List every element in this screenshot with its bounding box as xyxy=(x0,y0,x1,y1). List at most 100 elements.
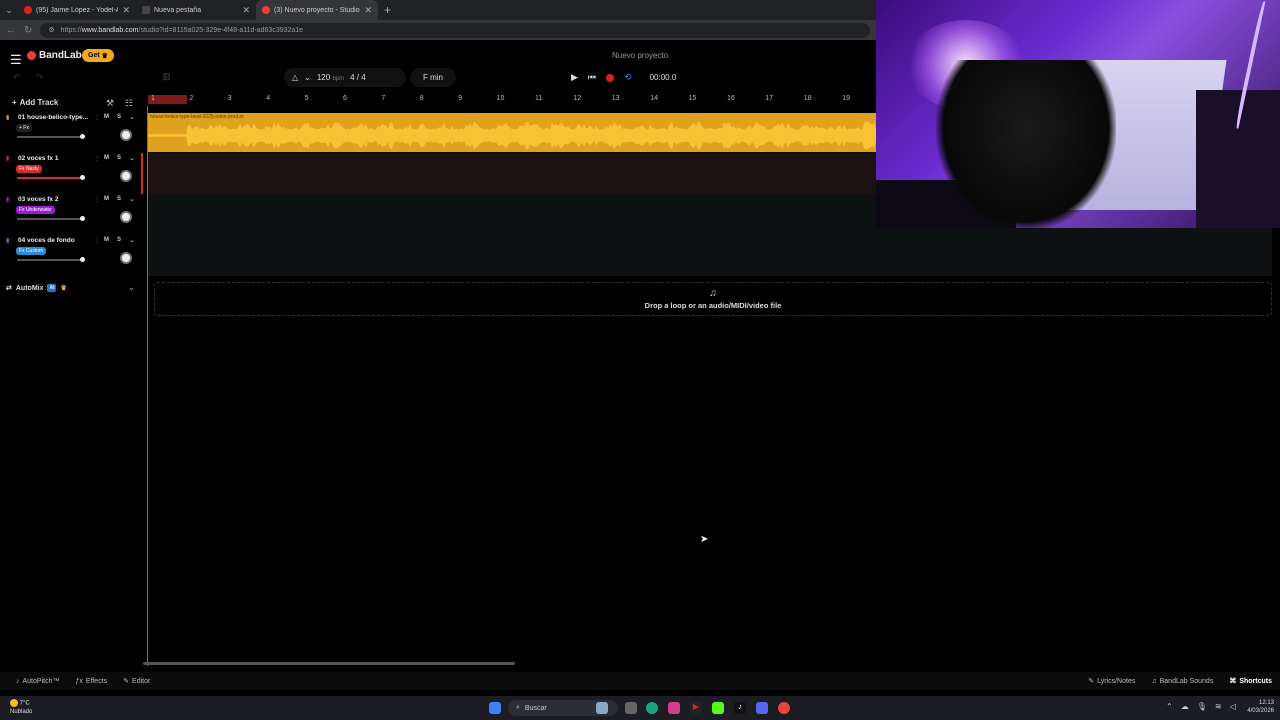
tab-list-icon[interactable]: ⌄ xyxy=(0,0,18,20)
chevron-down-icon[interactable]: ⌄ xyxy=(129,236,135,244)
pan-knob[interactable] xyxy=(120,170,132,182)
track-header[interactable]: ▮ 02 voces fx 1 ⋮ M S ⌄ Fx Nasty xyxy=(3,153,141,194)
fader-handle[interactable] xyxy=(79,134,85,139)
landscape-icon[interactable] xyxy=(596,702,608,714)
tiktok-icon[interactable]: ♪ xyxy=(734,702,746,714)
mute-button[interactable]: M xyxy=(104,155,109,161)
volume-fader[interactable] xyxy=(17,257,85,262)
clock[interactable]: 12:13 4/03/2026 xyxy=(1242,699,1274,715)
chevron-down-icon[interactable]: ⌄ xyxy=(304,73,311,82)
fader-handle[interactable] xyxy=(79,175,85,180)
solo-button[interactable]: S xyxy=(117,114,121,120)
add-track-button[interactable]: + Add Track xyxy=(12,98,58,107)
more-options-icon[interactable]: ⋮ xyxy=(94,114,100,121)
autopitch-button[interactable]: ♪ AutoPitch™ xyxy=(0,678,67,685)
track-name[interactable]: 03 voces fx 2 xyxy=(18,196,90,203)
project-title[interactable]: Nuevo proyecto xyxy=(560,51,720,60)
playhead[interactable] xyxy=(147,106,148,666)
more-options-icon[interactable]: ⋮ xyxy=(94,196,100,203)
tab-studio[interactable]: (3) Nuevo proyecto - Studio ✕ xyxy=(256,0,378,20)
solo-button[interactable]: S xyxy=(117,237,121,243)
edge-icon[interactable] xyxy=(646,702,658,714)
fx-badge[interactable]: + Fx xyxy=(16,124,32,132)
play-icon[interactable]: ▶ xyxy=(571,72,578,83)
chrome-icon[interactable] xyxy=(778,702,790,714)
volume-icon[interactable]: ◁ xyxy=(1230,702,1236,711)
skip-back-icon[interactable]: ⏮ xyxy=(588,72,596,83)
chevron-down-icon[interactable]: ⌄ xyxy=(129,195,135,203)
time-signature[interactable]: 4 / 4 xyxy=(350,73,366,82)
track-lane[interactable]: house-belico-type-beat-2025-rolon-prod.m xyxy=(148,112,876,153)
wand-icon[interactable]: ⚒ xyxy=(106,98,114,109)
chevron-down-icon[interactable]: ⌄ xyxy=(129,154,135,162)
microphone-icon[interactable]: 🎙︎ xyxy=(1197,702,1207,711)
more-options-icon[interactable]: ⋮ xyxy=(94,155,100,162)
mute-button[interactable]: M xyxy=(104,196,109,202)
mute-button[interactable]: M xyxy=(104,114,109,120)
mute-button[interactable]: M xyxy=(104,237,109,243)
fx-badge[interactable]: Fx Underwater xyxy=(16,206,55,214)
fx-badge[interactable]: Fx Custom xyxy=(16,247,47,255)
fx-badge[interactable]: Fx Nasty xyxy=(16,165,42,173)
windows-start-icon[interactable] xyxy=(489,702,501,714)
undo-icon[interactable]: ↶ xyxy=(13,72,21,83)
track-name[interactable]: 04 voces de fondo xyxy=(18,237,90,244)
key-selector[interactable]: F min xyxy=(410,68,456,87)
effects-button[interactable]: ƒx Effects xyxy=(67,678,115,685)
discord-icon[interactable] xyxy=(756,702,768,714)
pan-knob[interactable] xyxy=(120,211,132,223)
close-tab-icon[interactable]: ✕ xyxy=(364,5,372,16)
cloud-icon[interactable]: ☁ xyxy=(1181,702,1189,711)
get-membership-button[interactable]: Get ♛ xyxy=(82,49,114,62)
metronome-icon[interactable]: △ xyxy=(292,73,298,82)
chevron-down-icon[interactable]: ⌄ xyxy=(129,113,135,121)
tempo-panel[interactable]: △ ⌄ 120 bpm 4 / 4 xyxy=(284,68,406,87)
pan-knob[interactable] xyxy=(120,129,132,141)
reload-icon[interactable]: ↻ xyxy=(24,25,32,36)
solo-button[interactable]: S xyxy=(117,196,121,202)
file-explorer-icon[interactable] xyxy=(625,702,637,714)
record-icon[interactable] xyxy=(606,73,615,82)
close-tab-icon[interactable]: ✕ xyxy=(242,5,250,16)
tempo-value[interactable]: 120 xyxy=(317,73,330,82)
volume-fader[interactable] xyxy=(17,216,85,221)
chevron-up-icon[interactable]: ⌃ xyxy=(1166,702,1173,711)
kick-icon[interactable] xyxy=(712,702,724,714)
site-info-icon[interactable]: ⚙ xyxy=(48,26,54,34)
fader-handle[interactable] xyxy=(79,216,85,221)
timeline-ruler[interactable]: 1 2 3 4 5 6 7 8 9 10 11 12 13 14 15 16 17 18 19 xyxy=(148,94,876,106)
menu-icon[interactable]: ☰ xyxy=(10,52,22,68)
track-settings-icon[interactable]: ☷ xyxy=(125,98,133,109)
track-name[interactable]: 02 voces fx 1 xyxy=(18,155,90,162)
bandlab-sounds-button[interactable]: ♫ BandLab Sounds xyxy=(1143,677,1221,685)
fader-handle[interactable] xyxy=(79,257,85,262)
back-icon[interactable]: ← xyxy=(6,25,16,36)
editor-button[interactable]: ✎ Editor xyxy=(115,677,158,686)
shortcuts-button[interactable]: ⌘ Shortcuts xyxy=(1221,677,1280,686)
close-tab-icon[interactable]: ✕ xyxy=(122,5,130,16)
volume-fader[interactable] xyxy=(17,175,85,180)
solo-button[interactable]: S xyxy=(117,155,121,161)
more-options-icon[interactable]: ⋮ xyxy=(94,237,100,244)
horizontal-scrollbar[interactable] xyxy=(143,662,515,665)
tab-youtube[interactable]: (95) Jaime López - Yodel-Adle-Eed ✕ xyxy=(18,0,136,20)
youtube-icon[interactable]: ▶ xyxy=(690,702,702,714)
wifi-icon[interactable]: ≋ xyxy=(1215,702,1222,711)
track-header[interactable]: ▮ 01 house-belico-type... ⋮ M S ⌄ + Fx xyxy=(3,112,141,153)
track-header[interactable]: ▮ 03 voces fx 2 ⋮ M S ⌄ Fx Underwater xyxy=(3,194,141,235)
chevron-down-icon[interactable]: ⌄ xyxy=(128,283,135,292)
loop-icon[interactable]: ⟲ xyxy=(624,72,632,83)
redo-icon[interactable]: ↷ xyxy=(36,72,44,83)
tab-new[interactable]: Nueva pestaña ✕ xyxy=(136,0,256,20)
new-tab-icon[interactable]: + xyxy=(378,3,397,17)
lyrics-notes-button[interactable]: ✎ Lyrics/Notes xyxy=(1080,677,1143,686)
weather-widget[interactable]: 7°C Nublado xyxy=(10,699,32,716)
url-field[interactable]: ⚙ https://www.bandlab.com/studio?id=8115… xyxy=(40,22,870,38)
track-name[interactable]: 01 house-belico-type... xyxy=(18,114,90,121)
automix-row[interactable]: ⇄ AutoMix AI ♛ xyxy=(6,284,67,292)
track-lane[interactable] xyxy=(148,235,1272,276)
bandlab-logo[interactable]: BandLab xyxy=(27,50,82,61)
pan-knob[interactable] xyxy=(120,252,132,264)
audio-clip[interactable]: house-belico-type-beat-2025-rolon-prod.m xyxy=(148,113,876,152)
volume-fader[interactable] xyxy=(17,134,85,139)
